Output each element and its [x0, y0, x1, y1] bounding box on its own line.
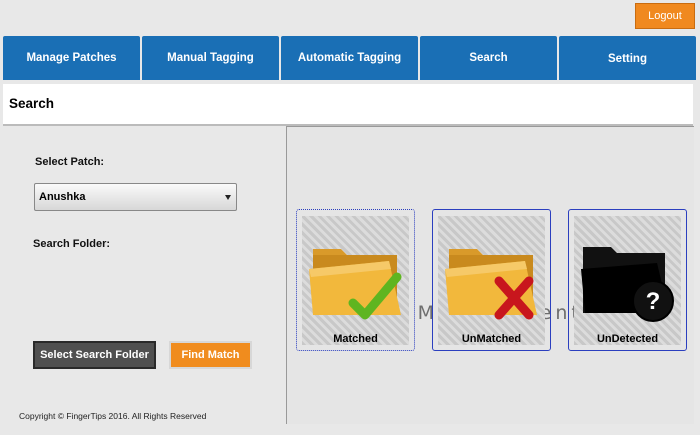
tab-automatic-tagging[interactable]: Automatic Tagging	[281, 36, 418, 80]
tab-manage-patches[interactable]: Manage Patches	[3, 36, 140, 80]
undetected-card-label: UnDetected	[596, 333, 659, 345]
folder-check-icon	[309, 249, 402, 320]
undetected-card[interactable]: ? UnDetected	[568, 209, 687, 351]
page-title: Search	[9, 96, 55, 111]
chevron-down-icon	[225, 195, 231, 200]
patch-select[interactable]: Anushka	[34, 183, 237, 211]
matched-card-label: Matched	[333, 333, 378, 345]
find-match-button[interactable]: Find Match	[169, 341, 252, 369]
folder-question-icon: ?	[581, 247, 674, 322]
patch-select-value: Anushka	[39, 191, 86, 203]
tab-manual-tagging[interactable]: Manual Tagging	[142, 36, 279, 80]
select-patch-label: Select Patch:	[35, 156, 105, 168]
copyright-text: Copyright © FingerTips 2016. All Rights …	[19, 411, 207, 421]
tab-setting[interactable]: Setting	[559, 36, 696, 80]
matched-card[interactable]: Matched	[296, 209, 415, 351]
unmatched-card[interactable]: UnMatched	[432, 209, 551, 351]
tab-search[interactable]: Search	[420, 36, 557, 80]
folder-cross-icon	[445, 249, 537, 320]
page-title-bar: Search	[3, 84, 693, 126]
search-folder-label: Search Folder:	[33, 238, 111, 250]
logout-button[interactable]: Logout	[635, 3, 695, 29]
select-search-folder-button[interactable]: Select Search Folder	[33, 341, 156, 369]
unmatched-card-label: UnMatched	[461, 333, 522, 345]
svg-text:?: ?	[646, 288, 661, 315]
main-tab-bar: Manage Patches Manual Tagging Automatic …	[3, 36, 696, 80]
